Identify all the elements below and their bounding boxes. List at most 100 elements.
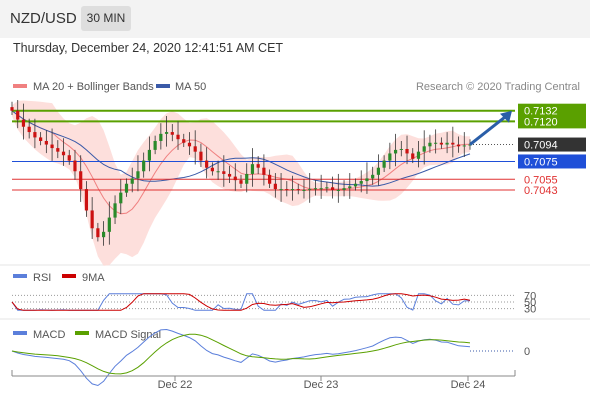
candle-body bbox=[256, 164, 260, 168]
candle-body bbox=[205, 160, 209, 168]
candle-body bbox=[353, 183, 358, 187]
candle-body bbox=[371, 174, 375, 179]
candle-body bbox=[348, 186, 352, 189]
macd-signal-legend-swatch bbox=[75, 331, 89, 335]
forecast-arrow-shaft bbox=[469, 113, 509, 146]
candle-body bbox=[428, 142, 432, 147]
candle-body bbox=[422, 146, 426, 152]
candle-body bbox=[21, 119, 26, 127]
candle-body bbox=[73, 160, 77, 172]
candle-body bbox=[199, 151, 203, 161]
candle-body bbox=[239, 180, 243, 184]
candle-body bbox=[61, 151, 66, 156]
rsi-legend-label: RSI bbox=[33, 272, 51, 284]
source-credit: Research © 2020 Trading Central bbox=[416, 81, 580, 93]
candle-body bbox=[147, 149, 151, 161]
macd-line bbox=[11, 328, 471, 387]
candle-body bbox=[296, 189, 300, 191]
candle-body bbox=[439, 142, 443, 145]
candle-body bbox=[416, 151, 421, 159]
candle-body bbox=[273, 183, 277, 190]
candle-body bbox=[451, 142, 455, 145]
macd-legend-label: MACD bbox=[33, 329, 65, 341]
candle-body bbox=[342, 188, 346, 190]
candle-body bbox=[164, 132, 169, 134]
candle-body bbox=[210, 167, 214, 172]
candle-body bbox=[56, 148, 60, 152]
x-tick-label: Dec 22 bbox=[158, 379, 193, 391]
candle-body bbox=[399, 148, 403, 150]
candle-body bbox=[319, 188, 323, 190]
candle-body bbox=[262, 167, 266, 175]
candle-body bbox=[290, 189, 295, 191]
candle-body bbox=[359, 181, 363, 184]
level-label-support: 0.7043 bbox=[524, 185, 558, 197]
candle-body bbox=[331, 187, 335, 190]
candle-body bbox=[336, 189, 340, 191]
candle-body bbox=[245, 173, 249, 184]
candle-body bbox=[456, 144, 461, 147]
candle-body bbox=[50, 144, 54, 149]
candle-body bbox=[84, 189, 89, 211]
rsi-ma-legend-swatch bbox=[62, 274, 76, 278]
candle-body bbox=[376, 167, 380, 175]
candle-body bbox=[107, 217, 111, 232]
ma20-legend-label: MA 20 + Bollinger Bands bbox=[33, 81, 154, 93]
candle-body bbox=[411, 153, 415, 159]
candle-body bbox=[365, 178, 369, 182]
candle-body bbox=[405, 148, 409, 154]
x-tick-label: Dec 23 bbox=[304, 379, 339, 391]
candle-body bbox=[462, 145, 466, 147]
candle-body bbox=[96, 228, 100, 238]
rsi-ma-legend-label: 9MA bbox=[82, 272, 105, 284]
candle-body bbox=[142, 160, 146, 172]
candle-body bbox=[136, 171, 140, 179]
candle-body bbox=[222, 171, 226, 174]
candle-body bbox=[159, 133, 163, 141]
candle-body bbox=[285, 189, 289, 191]
macd-signal-legend-label: MACD Signal bbox=[95, 329, 161, 341]
candle-body bbox=[153, 140, 157, 150]
candle-body bbox=[268, 174, 272, 184]
candle-body bbox=[187, 142, 192, 147]
macd-signal-line bbox=[11, 333, 471, 375]
ma50-legend-swatch bbox=[156, 84, 170, 88]
candle-body bbox=[233, 176, 237, 181]
candle-body bbox=[393, 149, 398, 154]
candle-body bbox=[27, 126, 31, 133]
x-tick-label: Dec 24 bbox=[451, 379, 486, 391]
level-label-resistance: 0.7120 bbox=[524, 116, 558, 128]
candle-body bbox=[39, 137, 43, 141]
candle-body bbox=[434, 142, 438, 144]
candle-body bbox=[170, 132, 174, 135]
candle-body bbox=[302, 189, 306, 191]
candle-body bbox=[124, 183, 129, 193]
rsi-line bbox=[11, 293, 471, 311]
candle-body bbox=[216, 171, 220, 173]
candle-body bbox=[67, 155, 71, 161]
candle-body bbox=[130, 178, 134, 184]
ma20-legend-swatch bbox=[13, 84, 27, 88]
candle-body bbox=[182, 139, 186, 143]
candle-body bbox=[193, 146, 197, 152]
candle-body bbox=[388, 153, 392, 161]
candle-body bbox=[119, 192, 123, 204]
ma50-legend-label: MA 50 bbox=[175, 81, 206, 93]
candle-body bbox=[382, 160, 386, 168]
candle-body bbox=[176, 134, 180, 140]
rsi-level-label: 30 bbox=[524, 304, 536, 316]
rsi-ma-line bbox=[11, 293, 471, 311]
candle-body bbox=[227, 173, 232, 177]
candle-body bbox=[90, 210, 94, 229]
candle-body bbox=[102, 231, 106, 238]
candle-body bbox=[313, 188, 318, 190]
candle-body bbox=[279, 189, 283, 191]
candle-body bbox=[33, 132, 37, 138]
candle-body bbox=[250, 164, 255, 174]
candle-body bbox=[113, 203, 117, 218]
macd-legend-swatch bbox=[13, 331, 27, 335]
rsi-legend-swatch bbox=[13, 274, 27, 278]
candle-body bbox=[44, 140, 48, 145]
candle-body bbox=[445, 142, 449, 145]
candle-body bbox=[10, 107, 14, 111]
